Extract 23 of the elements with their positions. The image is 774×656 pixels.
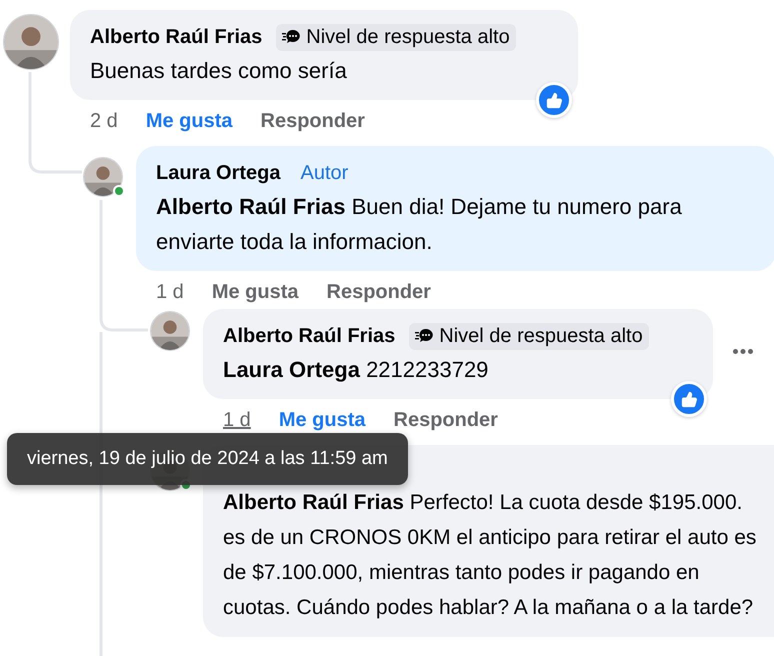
author-name[interactable]: Alberto Raúl Frias — [90, 26, 262, 48]
reply-button[interactable]: Responder — [394, 408, 498, 432]
badge-label: Nivel de respuesta alto — [439, 324, 643, 348]
like-button[interactable]: Me gusta — [146, 110, 232, 132]
chat-bubble-icon — [282, 29, 302, 45]
timestamp-link[interactable]: 1 d — [223, 408, 251, 432]
more-icon — [733, 349, 753, 354]
chat-bubble-icon — [415, 328, 436, 344]
comment-text: Alberto Raúl Frias Buen dia! Dejame tu numero para enviarte toda la informacion. — [156, 193, 683, 256]
timestamp-tooltip: viernes, 19 de julio de 2024 a las 11:59 am — [7, 433, 408, 485]
like-button[interactable]: Me gusta — [212, 280, 298, 304]
comment-text: Buenas tardes como sería — [90, 57, 348, 85]
reply-button[interactable]: Responder — [326, 280, 431, 304]
like-button[interactable]: Me gusta — [278, 408, 366, 432]
timestamp-link[interactable]: 2 d — [90, 110, 118, 132]
comment-text: Alberto Raúl Frias Perfecto! La cuota desde $195.000. es de un CRONOS 0KM el anticipo para retirar el auto es de $7.100.000, mientras tanto podes ir pagando en cuotas. Cuándo podes hablar? A la mañana o a la tarde? — [223, 490, 758, 621]
author-label: Autor — [300, 162, 348, 184]
author-name[interactable]: Laura Ortega — [156, 162, 280, 184]
author-name[interactable]: Alberto Raúl Frias — [223, 324, 396, 348]
reply-button[interactable]: Responder — [260, 110, 365, 132]
comment-text: Laura Ortega 2212233729 — [223, 356, 490, 384]
timestamp-link[interactable]: 1 d — [156, 280, 184, 304]
badge-label: Nivel de respuesta alto — [306, 26, 510, 48]
